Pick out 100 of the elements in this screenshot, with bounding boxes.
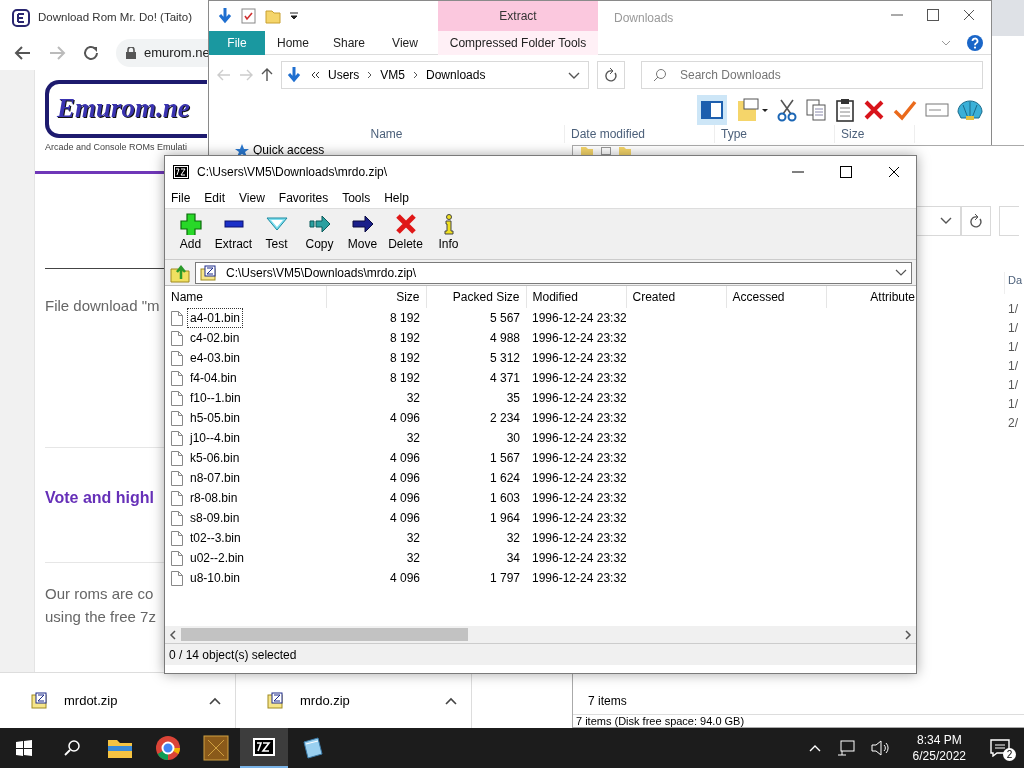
breadcrumb-item[interactable]: Downloads: [426, 66, 486, 84]
download-name[interactable]: mrdot.zip: [64, 691, 193, 711]
toolbar-button[interactable]: Test: [255, 209, 298, 259]
file-name[interactable]: u02--2.bin: [187, 548, 248, 568]
table-cell-text: 30: [505, 430, 521, 447]
chevron-right-icon: [904, 630, 912, 641]
chevron-up-icon[interactable]: [209, 697, 221, 705]
chevron-down-icon[interactable]: [568, 71, 580, 80]
breadcrumb-item[interactable]: Users: [328, 66, 360, 84]
back-icon[interactable]: [14, 44, 32, 61]
download-arrow-icon[interactable]: [217, 7, 233, 25]
menu-item[interactable]: Help: [378, 189, 417, 207]
search-field[interactable]: [999, 206, 1019, 236]
window-title: C:\Users\VM5\Downloads\mrdo.zip\: [197, 164, 388, 181]
search-icon[interactable]: [64, 740, 80, 756]
arrow-right-icon: [351, 213, 374, 235]
refresh-button[interactable]: [597, 61, 625, 89]
maximize-icon[interactable]: [840, 166, 852, 178]
ribbon-tab[interactable]: View: [377, 30, 433, 55]
file-name[interactable]: u8-10.bin: [187, 568, 244, 588]
table-cell-text: 1996-12-24 23:32: [531, 550, 626, 567]
ribbon-tab[interactable]: Share: [321, 30, 377, 55]
nav-item[interactable]: Quick access: [253, 144, 325, 156]
preview-pane-icon[interactable]: [697, 95, 727, 125]
table-cell-text: 32: [405, 530, 421, 547]
path-field[interactable]: C:\Users\VM5\Downloads\mrdo.zip\: [195, 261, 912, 284]
download-name[interactable]: mrdo.zip: [300, 691, 429, 711]
close-icon[interactable]: [963, 9, 975, 21]
up-icon[interactable]: [261, 68, 273, 82]
copy-icon[interactable]: [805, 98, 827, 122]
table-cell: 5 567: [426, 308, 526, 328]
toolbar-button[interactable]: Extract: [212, 209, 255, 259]
item-count: 7 items: [588, 693, 627, 710]
notification-button[interactable]: 2: [990, 733, 1016, 763]
maximize-icon[interactable]: [927, 9, 939, 21]
properties-icon[interactable]: [241, 8, 257, 24]
file-name[interactable]: c4-02.bin: [187, 328, 243, 348]
toolbar-button[interactable]: Info: [427, 209, 470, 259]
toolbar-button[interactable]: Delete: [384, 209, 427, 259]
start-icon[interactable]: [16, 740, 32, 756]
file-name[interactable]: a4-01.bin: [187, 308, 244, 328]
column-header[interactable]: Name: [165, 286, 326, 308]
address-bar[interactable]: Users VM5 Downloads: [281, 61, 589, 89]
file-name[interactable]: t02--3.bin: [187, 528, 244, 548]
file-name[interactable]: e4-03.bin: [187, 348, 244, 368]
reload-icon[interactable]: [82, 43, 100, 62]
chevron-down-icon[interactable]: [895, 269, 907, 278]
ribbon-tab[interactable]: Home: [265, 30, 321, 55]
file-name[interactable]: k5-06.bin: [187, 448, 243, 468]
breadcrumb-item[interactable]: VM5: [380, 66, 406, 84]
table-cell-text: 1996-12-24 23:32: [531, 370, 626, 387]
refresh-button[interactable]: [961, 206, 991, 236]
menu-item[interactable]: Favorites: [272, 189, 337, 207]
table-cell-text: 34: [505, 550, 521, 567]
menu-item[interactable]: File: [165, 189, 199, 207]
toolbar-button[interactable]: Add: [169, 209, 212, 259]
column-header[interactable]: Da: [1004, 272, 1023, 294]
volume-icon[interactable]: [870, 740, 889, 756]
clock[interactable]: 8:34 PM 6/25/2022: [904, 732, 974, 764]
search-field[interactable]: Search Downloads: [641, 61, 983, 89]
chevron-up-icon[interactable]: [445, 697, 457, 705]
column-header[interactable]: Size: [835, 125, 915, 143]
file-name[interactable]: n8-07.bin: [187, 468, 244, 488]
ribbon-tab[interactable]: Compressed Folder Tools: [438, 30, 598, 55]
file-name[interactable]: h5-05.bin: [187, 408, 244, 428]
column-header[interactable]: Date modified: [565, 125, 715, 143]
menu-item[interactable]: Tools: [336, 189, 379, 207]
dropdown-icon[interactable]: [289, 11, 299, 21]
column-header[interactable]: Accessed: [726, 286, 826, 308]
site-icon: [12, 9, 30, 27]
menu-item[interactable]: Edit: [198, 189, 234, 207]
help-icon[interactable]: [967, 34, 983, 51]
shell-icon[interactable]: [957, 97, 983, 123]
delete-icon[interactable]: [863, 99, 885, 121]
close-icon[interactable]: [888, 166, 900, 178]
file-name[interactable]: j10--4.bin: [187, 428, 244, 448]
menu-item[interactable]: View: [233, 189, 273, 207]
scissors-icon[interactable]: [777, 98, 797, 122]
toolbar-button[interactable]: Move: [341, 209, 384, 259]
chevrons-icon: [310, 71, 320, 79]
paste-icon[interactable]: [835, 98, 855, 122]
file-name[interactable]: s8-09.bin: [187, 508, 243, 528]
checkmark-icon[interactable]: [893, 99, 917, 121]
taskbar-button[interactable]: [240, 728, 288, 768]
column-header[interactable]: Type: [715, 125, 835, 143]
network-icon[interactable]: [836, 740, 855, 756]
scrollbar[interactable]: [165, 626, 916, 643]
paragraph-text: Our roms are co: [45, 584, 154, 605]
properties-icon[interactable]: [735, 97, 769, 123]
column-header[interactable]: Size: [326, 286, 426, 308]
toolbar-button[interactable]: Copy: [298, 209, 341, 259]
column-header[interactable]: Attribute: [826, 286, 915, 308]
file-name[interactable]: r8-08.bin: [187, 488, 241, 508]
column-header[interactable]: Name: [209, 125, 565, 143]
table-cell-text: 32: [405, 550, 421, 567]
file-name[interactable]: f10--1.bin: [187, 388, 244, 408]
file-name[interactable]: f4-04.bin: [187, 368, 240, 388]
column-header[interactable]: Created: [626, 286, 726, 308]
column-header[interactable]: Packed Size: [426, 286, 526, 308]
column-header[interactable]: Modified: [526, 286, 626, 308]
